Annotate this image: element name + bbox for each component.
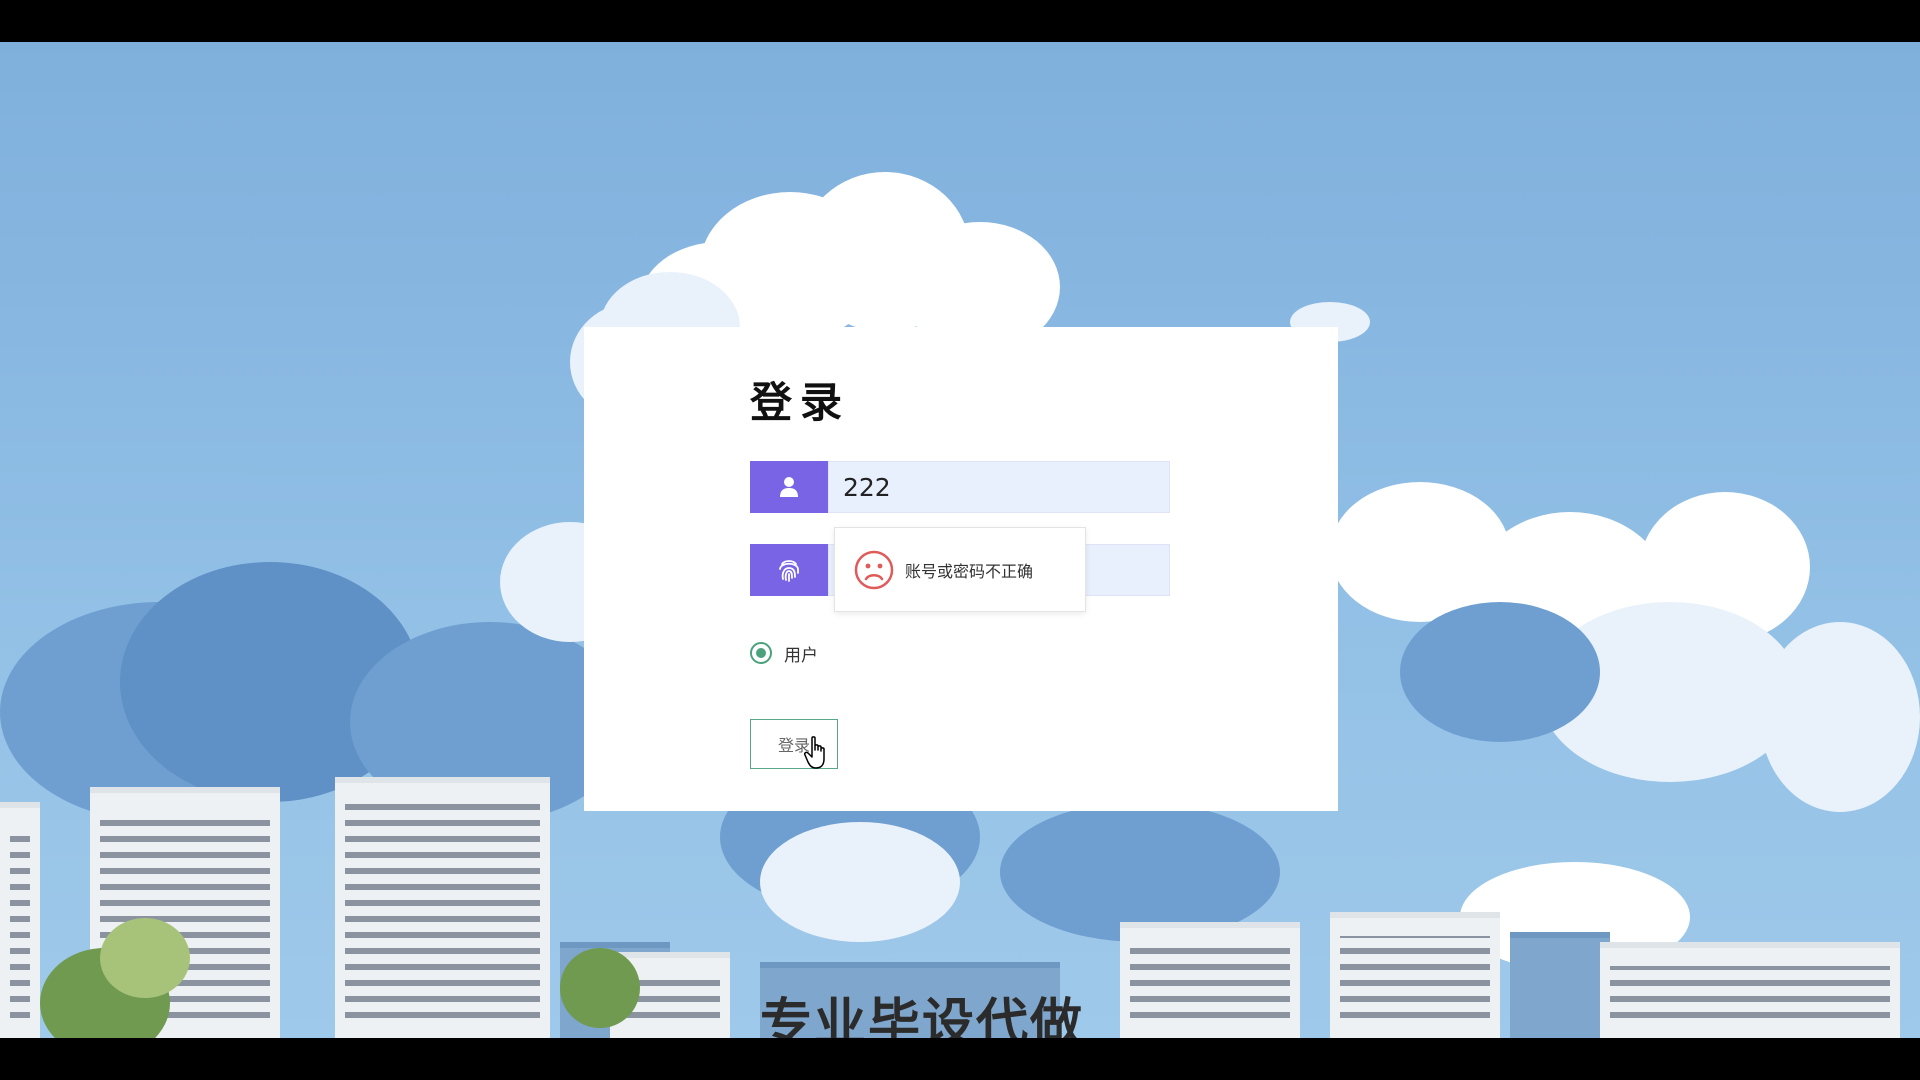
username-field xyxy=(750,461,1170,513)
role-radio[interactable] xyxy=(750,642,772,664)
error-message: 账号或密码不正确 xyxy=(905,561,1034,581)
role-radio-row[interactable]: 用户 xyxy=(750,638,818,668)
city-skyline: 专业毕设代做 xyxy=(0,777,1920,1038)
username-input[interactable] xyxy=(828,461,1170,513)
letterbox-bottom xyxy=(0,1038,1920,1080)
letterbox-top xyxy=(0,0,1920,42)
login-title: 登录 xyxy=(750,378,851,427)
sad-face-icon xyxy=(854,550,894,589)
bottom-watermark-text: 专业毕设代做 xyxy=(760,994,1085,1038)
radio-selected-dot xyxy=(756,648,766,658)
hand-pointer-icon xyxy=(804,736,825,769)
error-toast: 账号或密码不正确 xyxy=(834,527,1086,612)
fingerprint-icon xyxy=(750,544,828,596)
role-label: 用户 xyxy=(784,645,818,666)
user-icon xyxy=(750,461,828,513)
